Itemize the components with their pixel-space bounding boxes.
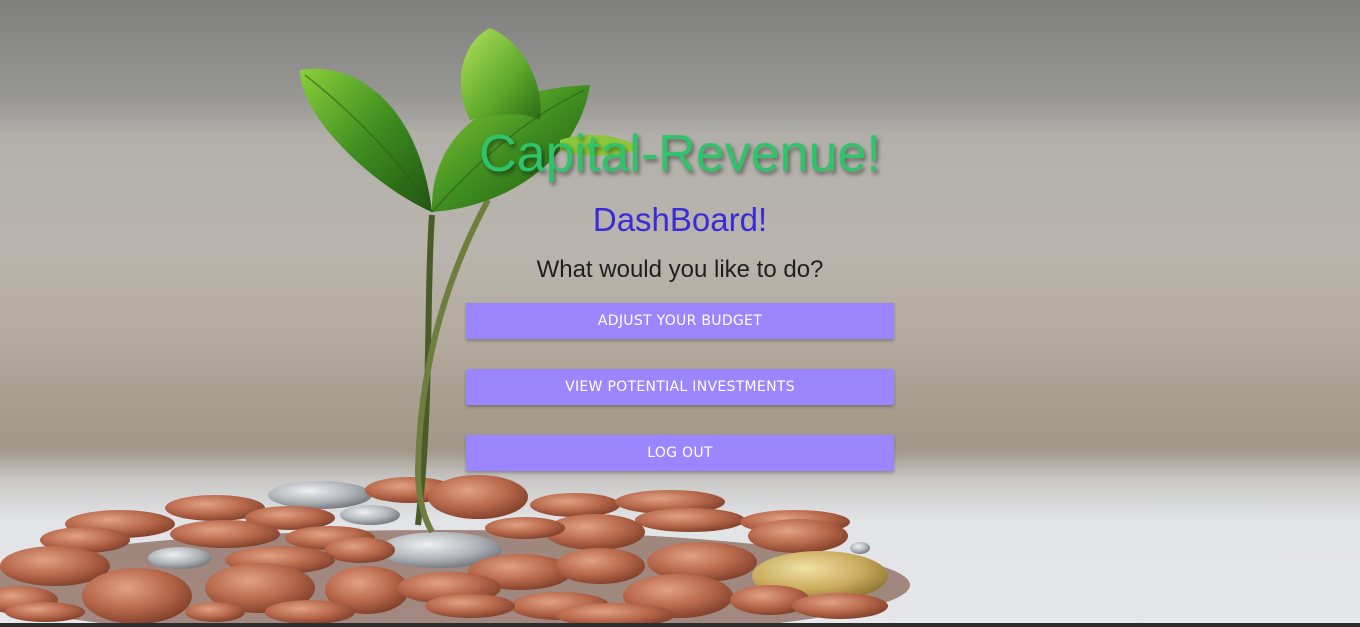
- logout-button[interactable]: LOG OUT: [466, 435, 894, 471]
- page-heading: DashBoard!: [592, 201, 768, 238]
- view-investments-button[interactable]: VIEW POTENTIAL INVESTMENTS: [466, 369, 894, 405]
- action-prompt: What would you like to do?: [536, 256, 824, 283]
- adjust-budget-button[interactable]: ADJUST YOUR BUDGET: [466, 303, 894, 339]
- app-title: Capital-Revenue!: [479, 125, 881, 183]
- sprout-leaves: [300, 28, 640, 213]
- bottom-edge: [0, 623, 1360, 627]
